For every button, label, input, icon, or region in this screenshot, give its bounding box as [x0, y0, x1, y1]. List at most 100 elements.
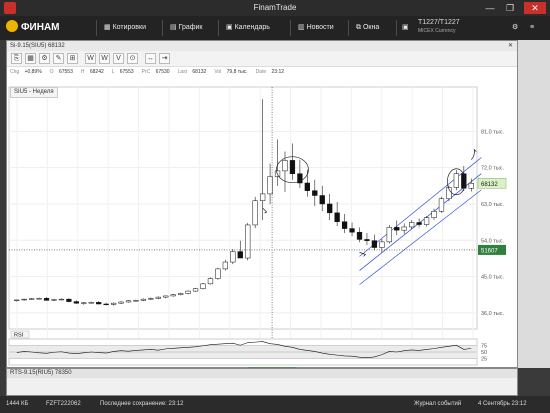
candle-body[interactable] — [401, 226, 407, 231]
candle-body[interactable] — [282, 160, 288, 172]
close-button[interactable]: ✕ — [524, 2, 546, 14]
candle-body[interactable] — [73, 301, 79, 304]
account-info[interactable]: T1227/T1227 MICEX Currency — [418, 19, 460, 35]
candle-body[interactable] — [356, 231, 363, 240]
candle-body[interactable] — [185, 290, 191, 294]
candle-body[interactable] — [66, 298, 72, 302]
minimize-button[interactable]: — — [482, 2, 498, 14]
candle-body[interactable] — [14, 299, 20, 302]
candle-body[interactable] — [58, 298, 65, 301]
candle-body[interactable] — [170, 294, 176, 297]
candle-body[interactable] — [103, 303, 109, 306]
status-bar: 1444 КБ FZFT222062 Последнее сохранение:… — [0, 396, 550, 413]
candle-body[interactable] — [43, 298, 50, 301]
toolbar-windows[interactable]: ⧉ Окна — [356, 16, 379, 40]
event-log-link[interactable]: Журнал событий — [414, 396, 461, 413]
candle-body[interactable] — [304, 182, 310, 191]
price-axis-label: 36,0 тыс. — [481, 311, 504, 317]
toolbar-chart[interactable]: ▤ График — [170, 16, 202, 40]
candle-body[interactable] — [133, 300, 139, 302]
candle-body[interactable] — [312, 190, 318, 196]
info-field: L 67553 — [111, 69, 134, 75]
candlestick-chart[interactable]: 81,0 тыс. 72,0 тыс. 63,0 тыс. 54,0 тыс. 45,0… — [7, 79, 517, 369]
candle-body[interactable] — [81, 302, 87, 304]
chart-toolbar: ⎘ ▦ ⚙ ✎ ⊞ W W V ⊙ ↔ ⇥ — [7, 51, 517, 67]
candle-body[interactable] — [349, 228, 355, 233]
candle-body[interactable] — [394, 227, 400, 231]
candle-body[interactable] — [334, 212, 340, 222]
chart-tool-button[interactable]: W — [99, 53, 110, 64]
candle-body[interactable] — [341, 221, 348, 229]
chart-tool-button[interactable]: ✎ — [53, 53, 64, 64]
candle-body[interactable] — [289, 160, 296, 174]
candle-body[interactable] — [148, 298, 154, 300]
chart-close-icon[interactable]: ✕ — [508, 41, 513, 51]
candle-body[interactable] — [140, 298, 147, 301]
chart-tool-button[interactable]: W — [85, 53, 96, 64]
info-field: Chg +0,89% — [10, 69, 42, 75]
app-toolbar: ФИНАМ ▦ Котировки ▤ График ▣ Календарь ▥… — [0, 16, 550, 40]
candle-body[interactable] — [88, 302, 94, 304]
candle-body[interactable] — [267, 176, 273, 195]
chart-tool-button[interactable]: V — [113, 53, 124, 64]
candle-body[interactable] — [409, 222, 415, 228]
candle-body[interactable] — [96, 302, 102, 305]
candle-body[interactable] — [200, 283, 206, 289]
candle-body[interactable] — [327, 203, 333, 214]
info-field: PrC 67530 — [141, 69, 170, 75]
chart-tool-button[interactable]: ▦ — [25, 53, 36, 64]
candle-body[interactable] — [192, 288, 199, 292]
candle-body[interactable] — [222, 261, 229, 270]
candle-body[interactable] — [453, 173, 460, 188]
symbol-timeframe-label[interactable]: SIU5 - Неделя — [10, 87, 58, 98]
crosshair-price-label: 51607 — [481, 248, 498, 254]
candle-body[interactable] — [259, 193, 266, 201]
candle-body[interactable] — [230, 251, 236, 263]
chart-info-line: Chg +0,89% O 67553 H 68242 L 67553 PrC 67530… — [7, 67, 517, 78]
candle-body[interactable] — [416, 222, 422, 225]
chart-tool-button[interactable]: ⚙ — [39, 53, 50, 64]
toolbar-news[interactable]: ▥ Новости — [298, 16, 334, 40]
candle-body[interactable] — [155, 296, 161, 299]
briefcase-icon[interactable]: ▣ — [402, 16, 409, 40]
chart-tool-button[interactable]: ⊙ — [127, 53, 138, 64]
chart-tool-button[interactable]: ⎘ — [11, 53, 22, 64]
candle-body[interactable] — [468, 183, 474, 189]
candle-body[interactable] — [431, 210, 437, 218]
settings-gear-icon[interactable]: ⚙ — [512, 16, 518, 40]
chart-tool-button[interactable]: ⊞ — [67, 53, 78, 64]
candle-body[interactable] — [237, 251, 243, 259]
candle-body[interactable] — [215, 268, 221, 279]
second-chart-window: RTS-9.15(RIU5) 78350 — [6, 368, 518, 396]
candle-body[interactable] — [207, 278, 214, 285]
toolbar-calendar[interactable]: ▣ Календарь — [226, 16, 270, 40]
candle-body[interactable] — [386, 227, 392, 243]
candle-body[interactable] — [245, 224, 251, 259]
candle-body[interactable] — [252, 200, 258, 226]
candle-body[interactable] — [423, 217, 430, 225]
candle-body[interactable] — [178, 293, 184, 295]
window-title: FinamTrade — [253, 3, 297, 12]
candle-body[interactable] — [110, 302, 117, 305]
candle-body[interactable] — [319, 195, 325, 205]
info-field: O 67553 — [49, 69, 73, 75]
candle-body[interactable] — [438, 198, 445, 212]
candle-body[interactable] — [371, 240, 378, 248]
candle-body[interactable] — [28, 298, 35, 300]
chart-tool-button[interactable]: ⇥ — [159, 53, 170, 64]
candle-body[interactable] — [118, 301, 124, 304]
chart-window-title[interactable]: Si-9.15(SIU5) 68132 ✕ — [7, 41, 517, 51]
candle-body[interactable] — [21, 298, 27, 301]
candle-body[interactable] — [51, 299, 57, 301]
candle-body[interactable] — [36, 298, 42, 300]
maximize-button[interactable]: ❐ — [502, 2, 518, 14]
chart-tool-button[interactable]: ↔ — [145, 53, 156, 64]
candle-body[interactable] — [163, 295, 169, 298]
menu-icon[interactable]: ≡ — [530, 16, 534, 40]
candle-body[interactable] — [125, 300, 132, 303]
toolbar-quotes[interactable]: ▦ Котировки — [104, 16, 146, 40]
rsi-level-label: 50 — [481, 350, 487, 356]
candle-body[interactable] — [364, 239, 370, 241]
second-chart-title[interactable]: RTS-9.15(RIU5) 78350 — [7, 369, 517, 378]
candle-body[interactable] — [379, 241, 385, 248]
